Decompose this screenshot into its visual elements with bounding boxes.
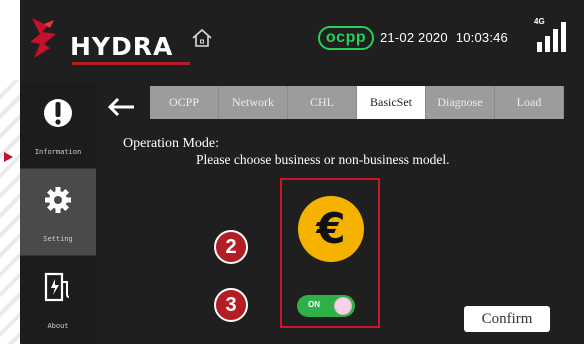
tab-load[interactable]: Load bbox=[495, 86, 564, 119]
business-mode-toggle[interactable]: ON bbox=[297, 295, 355, 317]
top-bar: HYDRA ocpp 21-02 2020 10:03:46 4G bbox=[20, 0, 584, 82]
callout-badge-2: 2 bbox=[214, 230, 248, 264]
ocpp-status-badge: ocpp bbox=[318, 26, 374, 50]
main-content: OCPP Network CHL BasicSet Diagnose Load … bbox=[96, 82, 584, 344]
sidebar-item-about[interactable]: About bbox=[20, 256, 96, 342]
confirm-button[interactable]: Confirm bbox=[464, 306, 550, 332]
gear-icon bbox=[45, 187, 71, 213]
time-text: 10:03:46 bbox=[455, 30, 508, 45]
info-icon bbox=[44, 99, 72, 127]
sidebar-item-setting[interactable]: Setting bbox=[20, 169, 96, 256]
operation-mode-description: Please choose business or non-business m… bbox=[196, 152, 450, 167]
callout-badge-3: 3 bbox=[214, 288, 248, 322]
tab-chl[interactable]: CHL bbox=[288, 86, 357, 119]
sidebar-item-label: About bbox=[47, 322, 69, 330]
sidebar-item-information[interactable]: Information bbox=[20, 82, 96, 169]
tab-diagnose[interactable]: Diagnose bbox=[426, 86, 495, 119]
brand-underline bbox=[72, 62, 190, 65]
sidebar-item-label: Information bbox=[34, 148, 82, 156]
tab-basicset[interactable]: BasicSet bbox=[357, 86, 426, 119]
brand-name: HYDRA bbox=[70, 32, 174, 61]
home-icon[interactable] bbox=[191, 27, 213, 49]
date-text: 21-02 2020 bbox=[380, 30, 448, 45]
back-arrow-icon[interactable] bbox=[106, 96, 136, 118]
toggle-label: ON bbox=[308, 300, 320, 309]
sidebar-item-label: Setting bbox=[43, 235, 73, 243]
hydra-logo-icon bbox=[30, 18, 56, 58]
datetime: 21-02 2020 10:03:46 bbox=[380, 30, 508, 45]
operation-mode-title: Operation Mode: bbox=[123, 136, 220, 151]
tab-bar: OCPP Network CHL BasicSet Diagnose Load bbox=[150, 86, 564, 119]
euro-coin-icon: € bbox=[298, 196, 364, 262]
basicset-panel: Operation Mode: Please choose business o… bbox=[96, 124, 584, 344]
pointer-arrow-icon bbox=[4, 152, 13, 162]
toggle-knob bbox=[334, 297, 352, 315]
charger-icon bbox=[44, 272, 70, 302]
signal-strength-icon bbox=[537, 22, 566, 52]
sidebar: Information Setting About bbox=[20, 82, 96, 344]
decorative-stripes bbox=[0, 80, 20, 344]
tab-network[interactable]: Network bbox=[219, 86, 288, 119]
tab-ocpp[interactable]: OCPP bbox=[150, 86, 219, 119]
